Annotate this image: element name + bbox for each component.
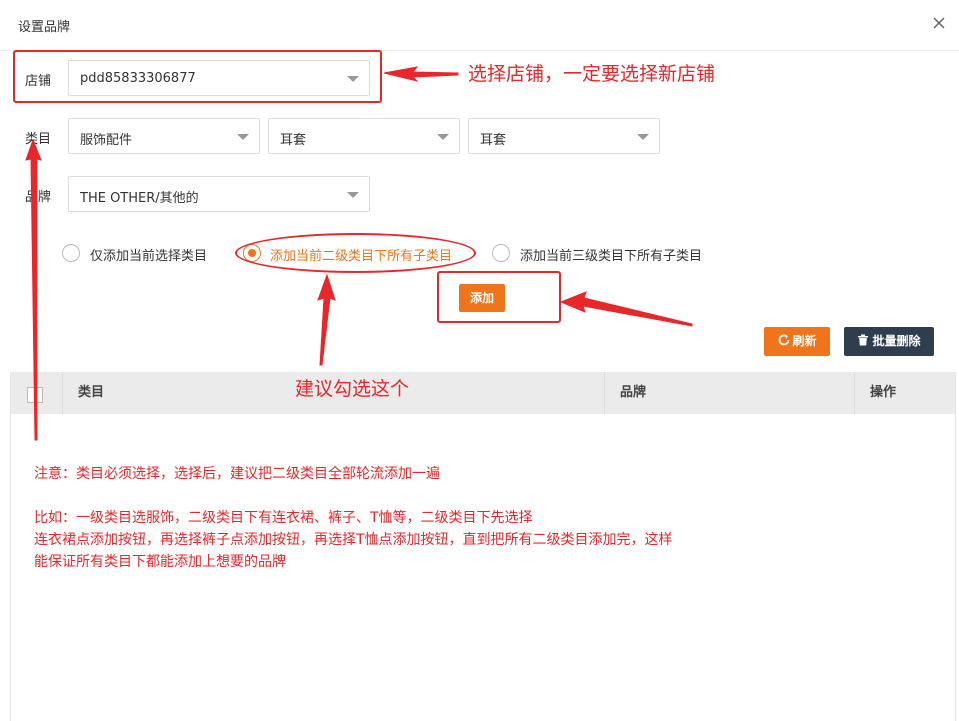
chevron-down-icon [347, 192, 359, 198]
shop-annotation: 选择店铺，一定要选择新店铺 [468, 63, 716, 85]
set-brand-dialog: 设置品牌 店铺 pdd85833306877 类目 服饰配件 耳套 耳套 品牌 … [0, 0, 959, 721]
refresh-label: 刷新 [792, 334, 817, 348]
radio-annotation: 建议勾选这个 [295, 378, 410, 400]
refresh-button[interactable]: 刷新 [764, 327, 830, 356]
radio-current-category-label[interactable]: 仅添加当前选择类目 [90, 245, 207, 264]
column-header-actions[interactable]: 操作 [870, 372, 896, 414]
refresh-icon [779, 334, 790, 346]
category-level1-select[interactable]: 服饰配件 [68, 118, 260, 154]
category-label: 类目 [25, 132, 52, 147]
brand-label: 品牌 [25, 190, 52, 205]
trash-icon [858, 334, 869, 346]
chevron-down-icon [237, 134, 249, 140]
radio-level3-subcategories-label[interactable]: 添加当前三级类目下所有子类目 [520, 245, 702, 264]
category-level2-select[interactable]: 耳套 [268, 118, 460, 154]
brand-select[interactable]: THE OTHER/其他的 [68, 176, 370, 212]
note-line-1: 注意：类目必须选择，选择后，建议把二级类目全部轮流添加一遍 [34, 466, 440, 482]
category-level1-value: 服饰配件 [80, 133, 133, 148]
column-header-brand[interactable]: 品牌 [620, 372, 646, 414]
table-header: 类目 品牌 操作 [11, 372, 955, 414]
column-divider [62, 372, 63, 414]
select-all-checkbox[interactable] [27, 387, 43, 403]
note-line-2: 比如：一级类目选服饰，二级类目下有连衣裙、裤子、T恤等，二级类目下先选择 [34, 510, 533, 526]
category-level3-select[interactable]: 耳套 [468, 118, 660, 154]
batch-delete-button[interactable]: 批量删除 [844, 327, 934, 356]
column-divider [604, 372, 605, 414]
dialog-title: 设置品牌 [18, 20, 71, 35]
radio-highlight-ellipse [235, 233, 476, 273]
close-icon[interactable] [930, 14, 948, 32]
add-button-highlight-box [437, 271, 561, 323]
arrow-to-add-button [559, 291, 693, 327]
radio-level3-subcategories[interactable] [492, 244, 510, 262]
category-level3-value: 耳套 [480, 133, 507, 148]
batch-delete-label: 批量删除 [872, 334, 921, 348]
dialog-header: 设置品牌 [0, 0, 959, 51]
column-divider [854, 372, 855, 414]
note-line-4: 能保证所有类目下都能添加上想要的品牌 [34, 554, 286, 570]
chevron-down-icon [637, 134, 649, 140]
arrow-to-radio [317, 273, 336, 366]
column-header-category[interactable]: 类目 [78, 372, 104, 414]
chevron-down-icon [437, 134, 449, 140]
brand-select-value: THE OTHER/其他的 [80, 191, 199, 206]
note-line-3: 连衣裙点添加按钮，再选择裤子点添加按钮，再选择T恤点添加按钮，直到把所有二级类目… [34, 532, 673, 548]
shop-highlight-box [13, 50, 382, 103]
category-level2-value: 耳套 [280, 133, 307, 148]
radio-current-category[interactable] [62, 244, 80, 262]
arrow-to-shop [383, 66, 459, 82]
